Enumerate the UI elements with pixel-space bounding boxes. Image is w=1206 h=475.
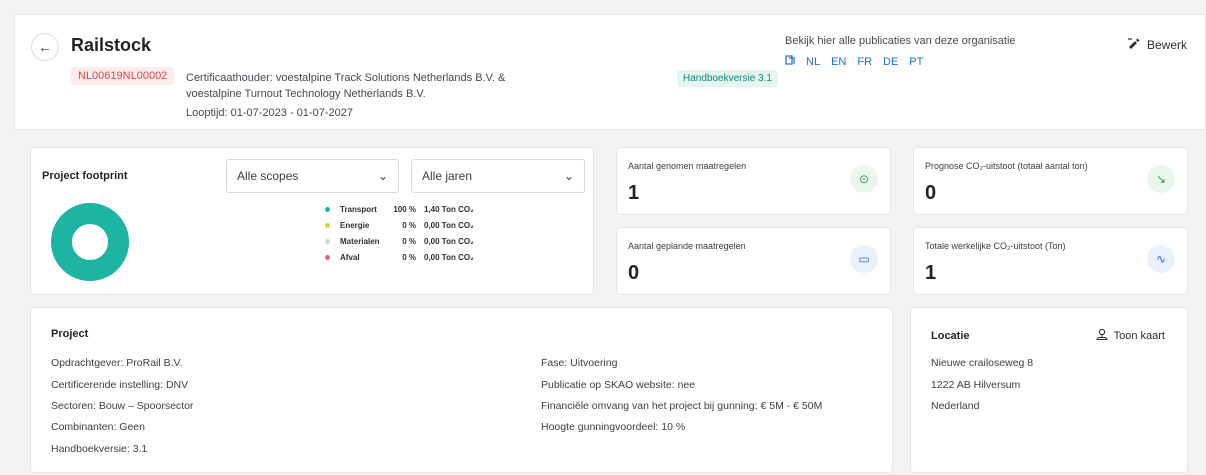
activity-icon: ∿ — [1147, 245, 1175, 273]
award-advantage-field: Hoogte gunningvoordeel: 10 % — [541, 421, 686, 433]
project-section-title: Project — [51, 328, 89, 340]
page-title: Railstock — [71, 35, 152, 55]
legend-pct: 100 % — [393, 204, 416, 214]
lang-link-nl[interactable]: NL — [806, 56, 820, 68]
show-map-button[interactable]: Toon kaart — [1095, 328, 1165, 344]
forecast-value: 0 — [925, 182, 937, 204]
lang-link-en[interactable]: EN — [831, 56, 846, 68]
street-field: Nieuwe crailoseweg 8 — [931, 357, 1034, 369]
legend-dot — [325, 206, 330, 212]
document-icon — [785, 55, 795, 68]
legend-pct: 0 % — [402, 252, 416, 262]
legend-name: Materialen — [340, 236, 380, 246]
legend-row-energie: Energie 0 % 0,00 Ton CO₂ — [325, 217, 474, 233]
certificate-holder: Certificaathouder: voestalpine Track Sol… — [186, 70, 546, 102]
legend-row-materialen: Materialen 0 % 0,00 Ton CO₂ — [325, 233, 474, 249]
legend-name: Transport — [340, 204, 377, 214]
actual-emission-card: Totale werkelijke CO₂-uitstoot (Ton) 1 ∿ — [913, 227, 1188, 295]
legend-dot — [325, 222, 330, 228]
legend-dot — [325, 238, 330, 244]
handbook-field: Handboekversie: 3.1 — [51, 443, 148, 455]
legend-row-transport: Transport 100 % 1,40 Ton CO₂ — [325, 201, 474, 217]
holder-line-1: Certificaathouder: voestalpine Track Sol… — [186, 72, 506, 84]
publication-field: Publicatie op SKAO website: nee — [541, 379, 696, 391]
legend-pct: 0 % — [402, 220, 416, 230]
lang-link-pt[interactable]: PT — [909, 56, 923, 68]
chevron-down-icon: ⌄ — [377, 169, 388, 183]
legend-value: 0,00 Ton CO₂ — [424, 220, 474, 230]
legend-row-afval: Afval 0 % 0,00 Ton CO₂ — [325, 249, 474, 265]
forecast-card: Prognose CO₂-uitstoot (totaal aantal ton… — [913, 147, 1188, 215]
lang-link-de[interactable]: DE — [883, 56, 898, 68]
location-card: Locatie Toon kaart Nieuwe crailoseweg 8 … — [910, 307, 1188, 473]
measures-planned-card: Aantal geplande maatregelen 0 ▭ — [616, 227, 891, 295]
legend-dot — [325, 254, 330, 260]
legend-value: 1,40 Ton CO₂ — [424, 204, 474, 214]
actual-emission-label: Totale werkelijke CO₂-uitstoot (Ton) — [925, 241, 1066, 251]
project-details-card: Project Opdrachtgever: ProRail B.V. Cert… — [30, 307, 893, 473]
term-text: Looptijd: 01-07-2023 - 01-07-2027 — [186, 107, 353, 119]
financial-field: Financiële omvang van het project bij gu… — [541, 400, 823, 412]
project-header: ← Railstock NL00619NL00002 Certificaatho… — [14, 14, 1206, 130]
forecast-label: Prognose CO₂-uitstoot (totaal aantal ton… — [925, 161, 1088, 171]
sectors-field: Sectoren: Bouw – Spoorsector — [51, 400, 194, 412]
footprint-legend: Transport 100 % 1,40 Ton CO₂ Energie 0 %… — [325, 201, 474, 265]
calendar-icon: ▭ — [850, 245, 878, 273]
scope-select-value: Alle scopes — [237, 169, 299, 183]
project-footprint-card: Project footprint Alle scopes ⌄ Alle jar… — [30, 147, 594, 295]
measures-taken-card: Aantal genomen maatregelen 1 ⊙ — [616, 147, 891, 215]
year-select[interactable]: Alle jaren ⌄ — [411, 159, 585, 193]
trend-down-icon: ↘ — [1147, 165, 1175, 193]
arrow-left-icon: ← — [38, 39, 52, 55]
legend-value: 0,00 Ton CO₂ — [424, 252, 474, 262]
scope-select[interactable]: Alle scopes ⌄ — [226, 159, 399, 193]
lang-link-fr[interactable]: FR — [857, 56, 872, 68]
legend-name: Afval — [340, 252, 360, 262]
legend-pct: 0 % — [402, 236, 416, 246]
check-circle-icon: ⊙ — [850, 165, 878, 193]
handbook-version-badge: Handboekversie 3.1 — [677, 70, 778, 87]
footprint-title: Project footprint — [42, 170, 128, 182]
footprint-donut-chart — [51, 203, 129, 281]
show-map-label: Toon kaart — [1113, 330, 1165, 342]
measures-taken-label: Aantal genomen maatregelen — [628, 161, 747, 171]
map-pin-icon — [1095, 328, 1108, 344]
pencil-icon — [1127, 37, 1141, 52]
language-links: NL EN FR DE PT — [785, 55, 923, 68]
country-field: Nederland — [931, 400, 980, 412]
actual-emission-value: 1 — [925, 262, 937, 284]
cert-body-field: Certificerende instelling: DNV — [51, 379, 189, 391]
legend-name: Energie — [340, 220, 370, 230]
edit-button[interactable]: Bewerk — [1127, 37, 1187, 52]
measures-planned-value: 0 — [628, 262, 640, 284]
location-title: Locatie — [931, 330, 970, 342]
publications-text: Bekijk hier alle publicaties van deze or… — [785, 35, 1016, 47]
phase-field: Fase: Uitvoering — [541, 357, 618, 369]
chevron-down-icon: ⌄ — [563, 169, 574, 183]
client-field: Opdrachtgever: ProRail B.V. — [51, 357, 183, 369]
year-select-value: Alle jaren — [422, 169, 473, 183]
measures-taken-value: 1 — [628, 182, 640, 204]
measures-planned-label: Aantal geplande maatregelen — [628, 241, 746, 251]
combinations-field: Combinanten: Geen — [51, 421, 145, 433]
certificate-id-badge: NL00619NL00002 — [71, 67, 175, 85]
back-button[interactable]: ← — [31, 33, 59, 61]
city-field: 1222 AB Hilversum — [931, 379, 1021, 391]
legend-value: 0,00 Ton CO₂ — [424, 236, 474, 246]
holder-line-2: voestalpine Turnout Technology Netherlan… — [186, 88, 426, 100]
edit-label: Bewerk — [1146, 37, 1187, 52]
